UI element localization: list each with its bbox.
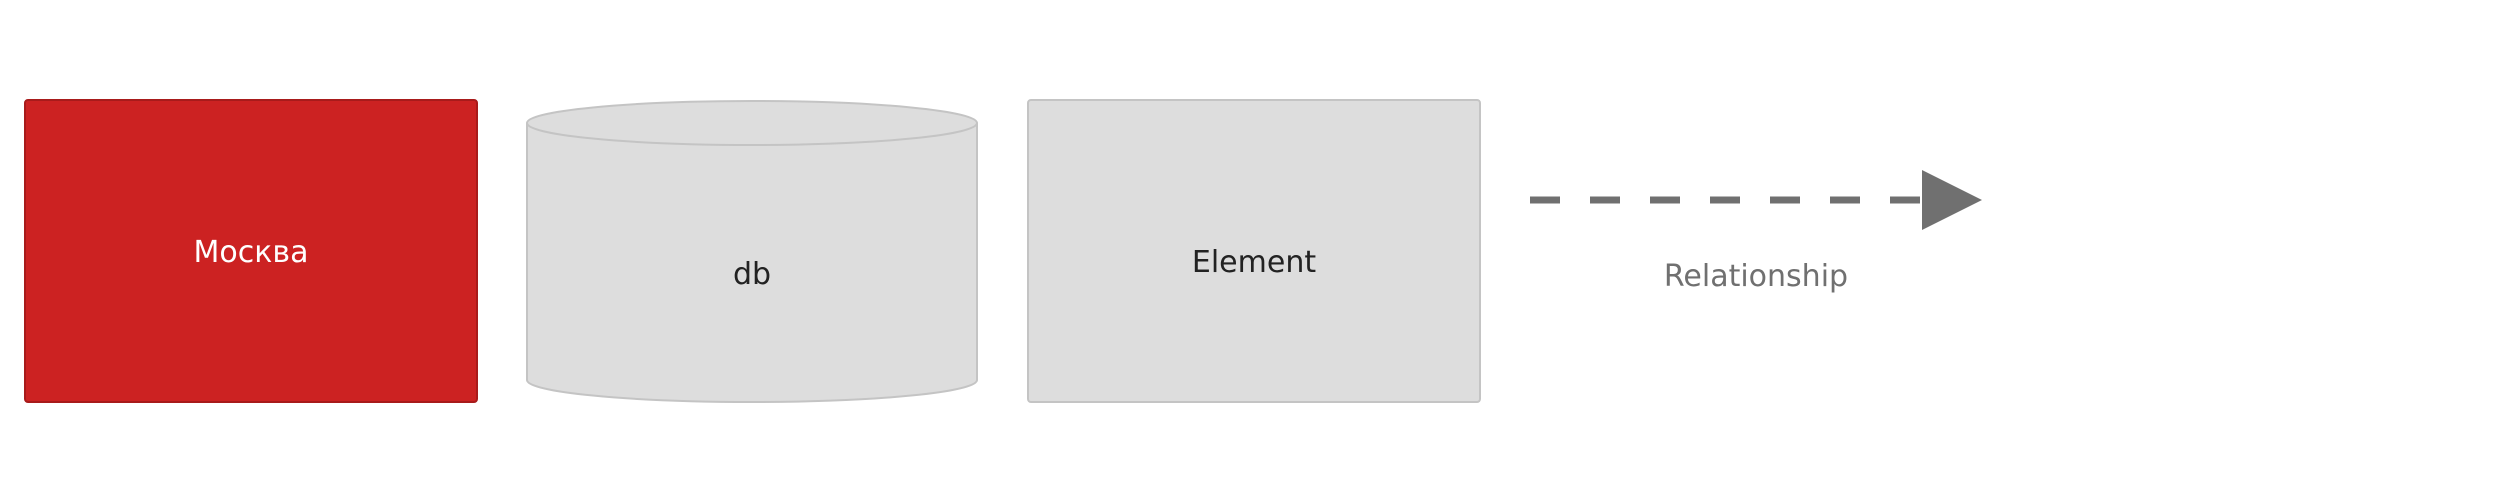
db-label: db — [733, 257, 771, 292]
element-box[interactable]: Element — [1027, 99, 1481, 403]
db-top — [526, 100, 978, 146]
relationship-arrow[interactable]: Relationship — [1530, 170, 1982, 294]
element-label: Element — [1192, 245, 1316, 280]
arrowhead-icon — [1922, 170, 1982, 230]
moscow-label: Москва — [194, 235, 309, 270]
moscow-element[interactable]: Москва — [24, 99, 478, 403]
db-cylinder[interactable]: db — [526, 100, 978, 403]
relationship-label: Relationship — [1664, 259, 1848, 294]
diagram-legend: Москва db Element Relationship — [24, 99, 1982, 403]
